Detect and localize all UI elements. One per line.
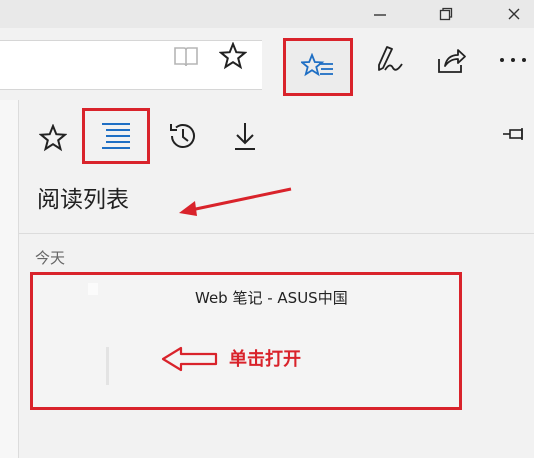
downloads-icon <box>235 123 255 150</box>
browser-toolbar <box>0 28 534 100</box>
share-icon[interactable] <box>432 42 470 78</box>
hub-icon <box>301 53 333 77</box>
item-thumbnail-mark <box>88 283 98 295</box>
title-bar <box>0 0 534 28</box>
reading-list-icon <box>102 123 130 149</box>
left-arrow-icon <box>161 346 218 372</box>
pen-icon[interactable] <box>372 42 406 78</box>
history-icon <box>170 124 195 148</box>
tab-favorites[interactable] <box>33 118 73 158</box>
favorites-icon <box>39 124 67 152</box>
pin-icon[interactable] <box>499 122 529 146</box>
panel-title: 阅读列表 <box>37 187 129 213</box>
restore-button[interactable] <box>426 0 466 28</box>
close-icon <box>508 8 520 20</box>
close-button[interactable] <box>494 0 534 28</box>
hub-panel: 阅读列表 今天 Web 笔记 - ASUS中国 单击打开 <box>19 100 534 458</box>
more-icon[interactable] <box>495 42 531 78</box>
hub-button[interactable] <box>283 38 353 96</box>
section-label-today: 今天 <box>35 249 66 267</box>
reading-list-item[interactable]: Web 笔记 - ASUS中国 单击打开 <box>30 272 462 410</box>
restore-icon <box>439 7 453 21</box>
tab-reading-list[interactable] <box>82 108 150 164</box>
page-content-strip <box>0 100 19 458</box>
item-thumbnail-line <box>106 347 109 385</box>
reading-list-item-title: Web 笔记 - ASUS中国 <box>195 289 348 307</box>
favorite-star-icon[interactable] <box>216 38 250 74</box>
tab-history[interactable] <box>165 116 201 156</box>
reading-view-icon[interactable] <box>170 40 202 74</box>
click-to-open-label: 单击打开 <box>229 349 301 370</box>
tab-downloads[interactable] <box>227 116 263 156</box>
annotation-arrow-icon <box>179 187 292 216</box>
hub-tabs <box>19 100 534 172</box>
minimize-icon <box>374 14 386 16</box>
minimize-button[interactable] <box>360 0 400 28</box>
panel-divider <box>19 233 534 234</box>
